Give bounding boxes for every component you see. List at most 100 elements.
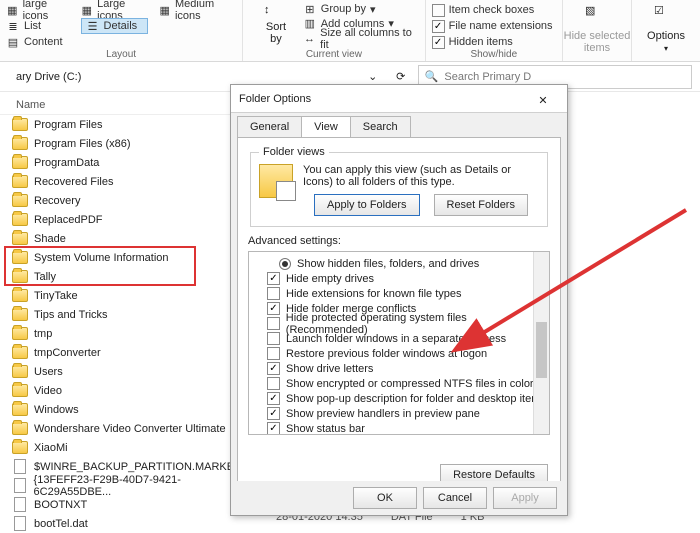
list-item[interactable]: Program Files (x86) — [0, 134, 252, 153]
reset-folders-button[interactable]: Reset Folders — [434, 194, 528, 216]
size-all-columns-button[interactable]: ↔Size all columns to fit — [303, 31, 419, 47]
advanced-setting-item[interactable]: Restore previous folder windows at logon — [251, 346, 547, 361]
list-item[interactable]: bootTel.dat — [0, 514, 252, 533]
folder-icon — [12, 269, 28, 285]
file-name: Tally — [34, 271, 56, 283]
column-header-name[interactable]: Name — [0, 96, 252, 115]
view-content[interactable]: ▤Content — [6, 34, 71, 50]
folder-icon — [12, 307, 28, 323]
file-name: Windows — [34, 404, 79, 416]
list-item[interactable]: tmpConverter — [0, 343, 252, 362]
list-item[interactable]: Video — [0, 381, 252, 400]
list-item[interactable]: ProgramData — [0, 153, 252, 172]
list-item[interactable]: XiaoMi — [0, 438, 252, 457]
checkbox-icon — [267, 422, 280, 435]
folder-icon — [12, 231, 28, 247]
folder-icon — [12, 345, 28, 361]
hide-selected-icon: ▧ — [585, 4, 609, 28]
group-icon: ⊞ — [303, 2, 317, 16]
checkbox-icon — [267, 272, 280, 285]
ok-button[interactable]: OK — [353, 487, 417, 509]
fit-columns-icon: ↔ — [303, 32, 316, 46]
advanced-setting-item[interactable]: Show pop-up description for folder and d… — [251, 391, 547, 406]
list-item[interactable]: TinyTake — [0, 286, 252, 305]
toggle-file-extensions[interactable]: File name extensions — [432, 18, 556, 34]
view-large-icons-brief[interactable]: ▦large icons — [6, 2, 71, 18]
close-button[interactable]: ✕ — [527, 91, 559, 107]
apply-to-folders-button[interactable]: Apply to Folders — [314, 194, 419, 216]
advanced-setting-item[interactable]: Hide empty drives — [251, 271, 547, 286]
apply-button[interactable]: Apply — [493, 487, 557, 509]
options-button[interactable]: ☑ Options ▾ — [638, 2, 694, 55]
group-by-button[interactable]: ⊞Group by ▾ — [303, 2, 419, 17]
folder-icon — [12, 117, 28, 133]
advanced-setting-label: Show preview handlers in preview pane — [286, 408, 480, 420]
folder-views-legend: Folder views — [259, 146, 329, 158]
advanced-setting-item[interactable]: Show status bar — [251, 421, 547, 435]
advanced-setting-item[interactable]: Show encrypted or compressed NTFS files … — [251, 376, 547, 391]
list-item[interactable]: Windows — [0, 400, 252, 419]
advanced-setting-item[interactable]: Launch folder windows in a separate proc… — [251, 331, 547, 346]
hide-selected-button[interactable]: ▧ Hide selected items — [569, 2, 625, 56]
file-icon — [12, 516, 28, 532]
advanced-setting-label: Show status bar — [286, 423, 365, 435]
tab-search[interactable]: Search — [350, 116, 411, 138]
advanced-setting-item[interactable]: Show drive letters — [251, 361, 547, 376]
advanced-settings-list[interactable]: Show hidden files, folders, and drivesHi… — [248, 251, 550, 435]
advanced-setting-item[interactable]: Show preview handlers in preview pane — [251, 406, 547, 421]
view-details[interactable]: ☰Details — [81, 18, 149, 34]
file-name: Recovered Files — [34, 176, 113, 188]
checkbox-icon — [267, 287, 280, 300]
folder-icon — [12, 383, 28, 399]
list-item[interactable]: Wondershare Video Converter Ultimate — [0, 419, 252, 438]
advanced-setting-item[interactable]: Show hidden files, folders, and drives — [251, 256, 547, 271]
list-item[interactable]: Recovered Files — [0, 172, 252, 191]
list-item[interactable]: tmp — [0, 324, 252, 343]
toggle-hidden-items[interactable]: Hidden items — [432, 34, 556, 50]
list-icon: ≣ — [6, 19, 20, 33]
folder-icon — [12, 174, 28, 190]
advanced-setting-item[interactable]: Hide extensions for known file types — [251, 286, 547, 301]
list-item[interactable]: BOOTNXT — [0, 495, 252, 514]
cancel-button[interactable]: Cancel — [423, 487, 487, 509]
folder-icon — [12, 326, 28, 342]
file-icon — [12, 497, 28, 513]
view-medium-icons[interactable]: ▦Medium icons — [158, 2, 236, 18]
advanced-setting-item[interactable]: Hide protected operating system files (R… — [251, 316, 547, 331]
chevron-down-icon: ▾ — [370, 3, 376, 16]
file-name: {13FEFF23-F29B-40D7-9421-6C29A55DBE... — [34, 474, 252, 498]
sort-by-button[interactable]: ↕ Sort by — [249, 2, 303, 47]
list-item[interactable]: Shade — [0, 229, 252, 248]
tab-view[interactable]: View — [301, 116, 351, 138]
folder-icon — [12, 155, 28, 171]
file-name: ReplacedPDF — [34, 214, 102, 226]
list-item[interactable]: ReplacedPDF — [0, 210, 252, 229]
view-list[interactable]: ≣List — [6, 18, 71, 34]
options-icon: ☑ — [654, 4, 678, 28]
list-item[interactable]: Tally — [0, 267, 252, 286]
scrollbar-thumb[interactable] — [536, 322, 547, 378]
list-item[interactable]: Recovery — [0, 191, 252, 210]
view-large-icons[interactable]: ▦Large icons — [81, 2, 149, 18]
medium-icons-icon: ▦ — [158, 3, 171, 17]
scrollbar[interactable] — [533, 252, 549, 434]
file-name: Program Files — [34, 119, 102, 131]
list-item[interactable]: Users — [0, 362, 252, 381]
details-icon: ☰ — [86, 19, 100, 33]
sort-icon: ↕ — [264, 4, 288, 19]
ribbon-group-label-showhide: Show/hide — [426, 49, 562, 60]
file-name: ProgramData — [34, 157, 99, 169]
toggle-item-checkboxes[interactable]: Item check boxes — [432, 2, 556, 18]
folder-views-group: Folder views You can apply this view (su… — [250, 146, 548, 227]
dialog-titlebar[interactable]: Folder Options ✕ — [231, 85, 567, 113]
list-item[interactable]: {13FEFF23-F29B-40D7-9421-6C29A55DBE... — [0, 476, 252, 495]
list-item[interactable]: Program Files — [0, 115, 252, 134]
folder-icon — [12, 212, 28, 228]
breadcrumb[interactable]: ary Drive (C:) — [8, 68, 89, 86]
list-item[interactable]: Tips and Tricks — [0, 305, 252, 324]
dialog-tabs: General View Search — [231, 113, 567, 137]
tab-general[interactable]: General — [237, 116, 302, 138]
folder-icon — [12, 288, 28, 304]
folder-icon — [12, 136, 28, 152]
list-item[interactable]: System Volume Information — [0, 248, 252, 267]
